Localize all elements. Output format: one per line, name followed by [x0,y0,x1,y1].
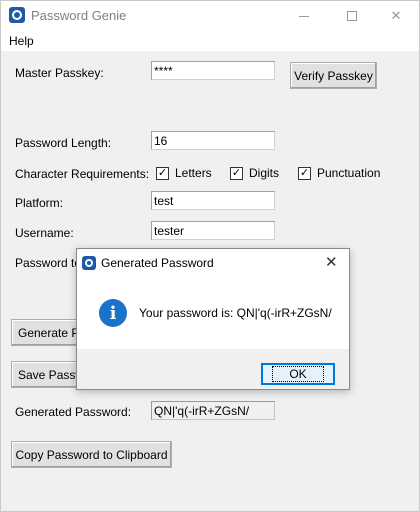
punctuation-checkbox[interactable]: ✓ Punctuation [298,166,380,180]
username-label: Username: [15,226,74,240]
platform-input[interactable]: test [151,191,275,210]
info-icon: i [99,299,127,327]
digits-label: Digits [249,166,280,180]
digits-check-icon[interactable]: ✓ [230,166,243,180]
letters-checkbox[interactable]: ✓ Letters [156,166,212,180]
dialog-app-icon [82,256,96,270]
title-bar: Password Genie ✕ [1,1,419,31]
password-to-label: Password to [15,256,82,270]
menu-help[interactable]: Help [9,34,34,48]
username-input[interactable]: tester [151,221,275,240]
ok-button-label: OK [272,366,324,382]
punctuation-label: Punctuation [317,166,381,180]
dialog-footer: OK [77,349,349,389]
master-passkey-label: Master Passkey: [15,66,104,80]
letters-check-icon[interactable]: ✓ [156,166,169,180]
window-title: Password Genie [31,8,127,23]
dialog-message: Your password is: QN|'q(-irR+ZGsN/ [139,306,332,320]
generated-password-label: Generated Password: [15,405,132,419]
platform-label: Platform: [15,196,64,210]
generated-password-dialog: Generated Password ✕ i Your password is:… [76,248,350,390]
character-requirements-label: Character Requirements: [15,167,150,181]
copy-password-button[interactable]: Copy Password to Clipboard [11,441,172,468]
dialog-close-icon[interactable]: ✕ [325,253,338,271]
menu-bar: Help [1,31,419,51]
letters-label: Letters [175,166,212,180]
password-length-label: Password Length: [15,136,112,150]
password-length-input[interactable]: 16 [151,131,275,150]
dialog-body: i Your password is: QN|'q(-irR+ZGsN/ [77,277,349,349]
generated-password-field[interactable]: QN|'q(-irR+ZGsN/ [151,401,275,420]
dialog-title-bar: Generated Password ✕ [77,249,349,277]
master-passkey-input[interactable]: **** [151,61,275,80]
verify-passkey-button[interactable]: Verify Passkey [290,62,377,89]
minimize-button[interactable] [281,1,327,31]
punctuation-check-icon[interactable]: ✓ [298,166,311,180]
dialog-title: Generated Password [101,256,214,270]
close-button[interactable]: ✕ [373,1,419,31]
ok-button[interactable]: OK [261,363,335,385]
app-icon [9,7,25,23]
digits-checkbox[interactable]: ✓ Digits [230,166,279,180]
maximize-button[interactable] [329,1,375,31]
